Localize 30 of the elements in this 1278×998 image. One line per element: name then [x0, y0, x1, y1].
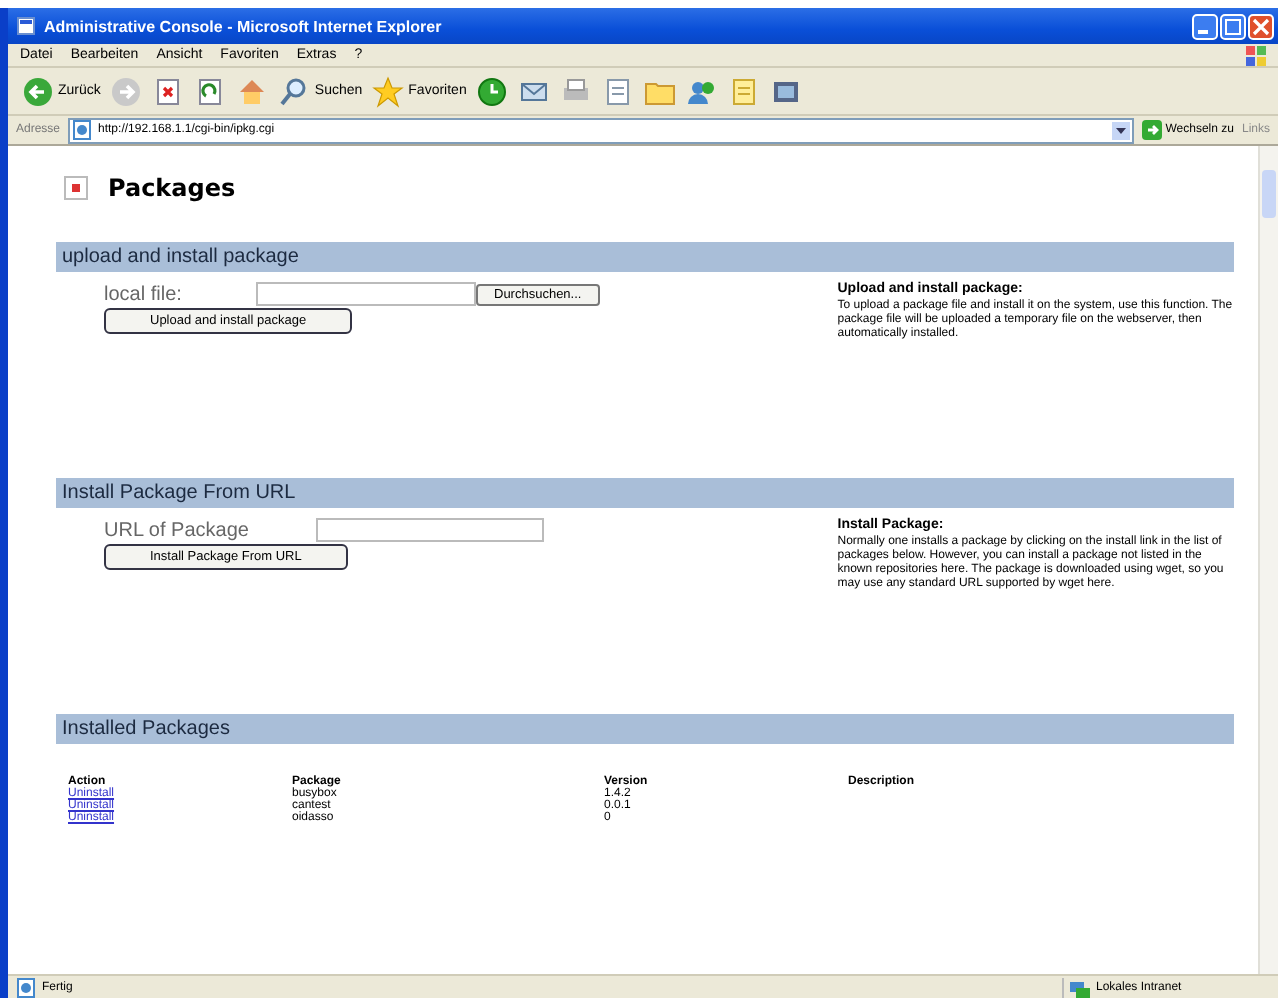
go-arrow-icon [1141, 120, 1162, 140]
document-icon [602, 75, 635, 107]
field-label: URL of Package [104, 519, 251, 541]
input-field[interactable] [256, 282, 476, 306]
refresh-icon [194, 75, 227, 107]
page-icon [72, 120, 93, 140]
home-icon [236, 75, 269, 107]
window-icon [16, 16, 36, 36]
section-header: Installed Packages [56, 714, 1234, 744]
input-field[interactable] [316, 518, 544, 542]
windows-logo-icon [1246, 45, 1266, 65]
page-icon [16, 977, 36, 997]
scrollbar[interactable] [1258, 146, 1278, 974]
page-title: Packages [108, 174, 236, 202]
search-icon [278, 75, 311, 107]
minimize-button[interactable] [1192, 13, 1218, 39]
close-button[interactable] [1248, 13, 1274, 39]
maximize-button[interactable] [1220, 13, 1246, 39]
clock-icon [476, 75, 509, 107]
stop-icon [152, 75, 185, 107]
section-header: Install Package From URL [56, 478, 1234, 508]
history-button[interactable] [474, 73, 511, 109]
star-icon [372, 75, 405, 107]
field-label: local file: [104, 283, 184, 305]
section-header: upload and install package [56, 242, 1234, 272]
notes-icon [728, 75, 761, 107]
network-icon [1070, 977, 1090, 997]
page-icon [64, 176, 88, 200]
window-title: Administrative Console - Microsoft Internet Explorer [44, 17, 444, 35]
dropdown-icon [1111, 121, 1130, 139]
